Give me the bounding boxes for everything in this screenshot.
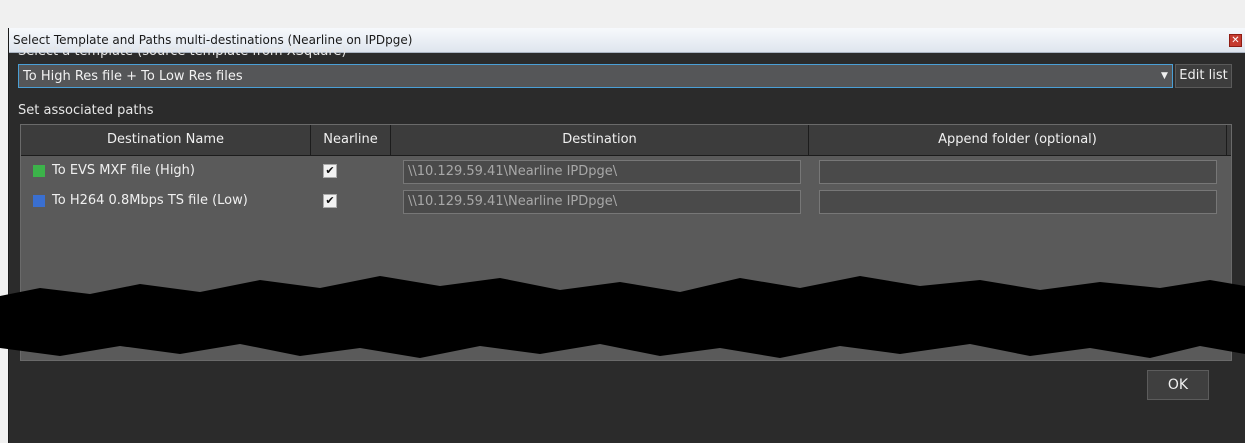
close-icon[interactable]: ✕ [1229, 34, 1242, 47]
destination-name: To H264 0.8Mbps TS file (Low) [52, 193, 248, 208]
column-header-append-folder[interactable]: Append folder (optional) [809, 125, 1227, 155]
append-folder-field[interactable] [819, 160, 1217, 184]
paths-section-label: Set associated paths [18, 103, 154, 118]
column-header-nearline[interactable]: Nearline [311, 125, 391, 155]
edit-list-button[interactable]: Edit list [1175, 64, 1232, 88]
destination-field[interactable]: \\10.129.59.41\Nearline IPDpge\ [403, 190, 801, 214]
file-icon-blue [33, 195, 45, 207]
append-folder-field[interactable] [819, 190, 1217, 214]
template-section-label: Select a template (source template from … [18, 44, 347, 59]
template-dropdown[interactable]: To High Res file + To Low Res files ▼ [18, 64, 1173, 88]
column-header-destination-name[interactable]: Destination Name [21, 125, 311, 155]
destination-name: To EVS MXF file (High) [52, 163, 195, 178]
file-icon-green [33, 165, 45, 177]
nearline-checkbox[interactable]: ✔ [323, 164, 337, 178]
ok-button[interactable]: OK [1147, 370, 1209, 400]
column-header-destination[interactable]: Destination [391, 125, 809, 155]
torn-edge-overlay [0, 276, 1245, 358]
destination-field[interactable]: \\10.129.59.41\Nearline IPDpge\ [403, 160, 801, 184]
table-row[interactable]: To H264 0.8Mbps TS file (Low) ✔ \\10.129… [21, 187, 1231, 215]
nearline-checkbox[interactable]: ✔ [323, 194, 337, 208]
table-header: Destination Name Nearline Destination Ap… [21, 125, 1231, 156]
template-dropdown-value: To High Res file + To Low Res files [23, 69, 243, 84]
chevron-down-icon[interactable]: ▼ [1161, 71, 1168, 81]
table-row[interactable]: To EVS MXF file (High) ✔ \\10.129.59.41\… [21, 157, 1231, 185]
